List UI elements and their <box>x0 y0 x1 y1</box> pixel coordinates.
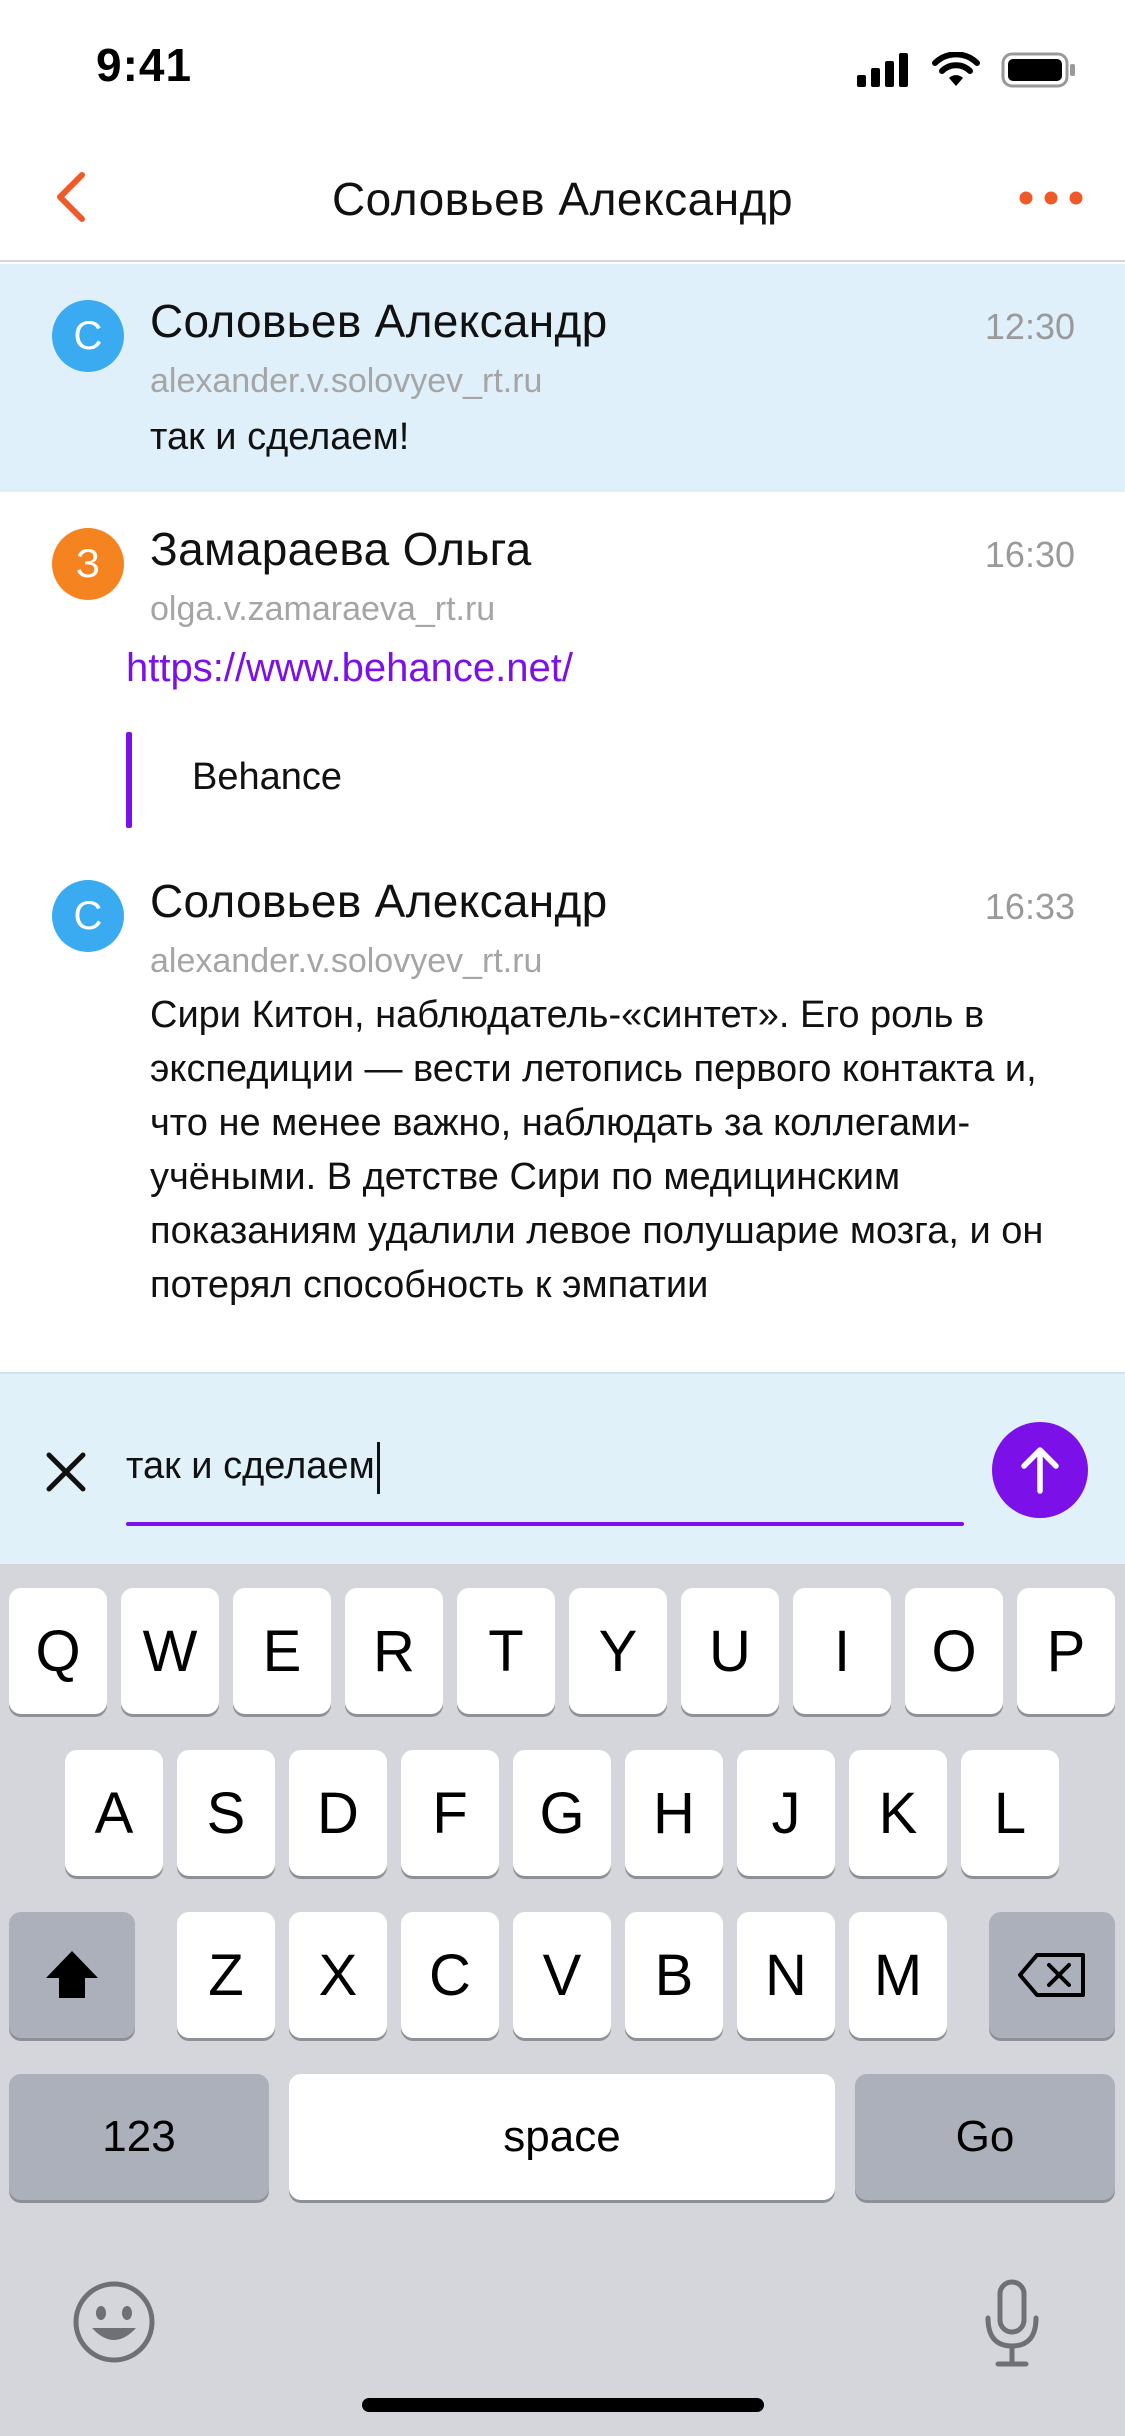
avatar: З <box>52 528 124 600</box>
key-k[interactable]: K <box>849 1750 947 1876</box>
message-input[interactable]: так и сделаем <box>126 1434 964 1498</box>
avatar-letter: З <box>75 541 101 586</box>
home-indicator[interactable] <box>362 2398 764 2412</box>
key-b[interactable]: B <box>625 1912 723 2038</box>
key-c[interactable]: C <box>401 1912 499 2038</box>
backspace-key[interactable] <box>989 1912 1115 2038</box>
key-z[interactable]: Z <box>177 1912 275 2038</box>
key-u[interactable]: U <box>681 1588 779 1714</box>
emoji-button[interactable] <box>70 2278 158 2366</box>
shift-key[interactable] <box>9 1912 135 2038</box>
microphone-icon <box>985 2279 1039 2367</box>
backspace-icon <box>1018 1953 1085 1997</box>
shift-arrow-icon <box>46 1951 98 1998</box>
sender-name: Замараева Ольга <box>150 523 532 575</box>
message-item[interactable]: С Соловьев Александр 16:33 alexander.v.s… <box>0 852 1125 1372</box>
key-g[interactable]: G <box>513 1750 611 1876</box>
sender-email: alexander.v.solovyev_rt.ru <box>150 362 543 400</box>
status-bar: 9:41 <box>0 0 1125 132</box>
message-time: 12:30 <box>984 306 1075 347</box>
space-key[interactable]: space <box>289 2074 835 2200</box>
sender-name: Соловьев Александр <box>150 875 608 927</box>
emoji-icon <box>73 2281 155 2363</box>
key-t[interactable]: T <box>457 1588 555 1714</box>
message-item[interactable]: С Соловьев Александр 12:30 alexander.v.s… <box>0 264 1125 492</box>
key-r[interactable]: R <box>345 1588 443 1714</box>
message-link[interactable]: https://www.behance.net/ <box>126 646 573 691</box>
nav-bar: Соловьев Александр <box>0 132 1125 262</box>
key-m[interactable]: M <box>849 1912 947 2038</box>
key-j[interactable]: J <box>737 1750 835 1876</box>
message-input-value: так и сделаем <box>126 1445 375 1487</box>
dictation-button[interactable] <box>980 2278 1044 2370</box>
text-caret <box>376 1441 380 1494</box>
close-icon <box>46 1452 86 1492</box>
message-item[interactable]: З Замараева Ольга 16:30 olga.v.zamaraeva… <box>0 492 1125 852</box>
send-button[interactable] <box>992 1422 1088 1518</box>
link-preview-bar <box>126 732 132 828</box>
avatar-letter: С <box>73 893 103 938</box>
avatar: С <box>52 880 124 952</box>
sender-name: Соловьев Александр <box>150 295 608 347</box>
key-x[interactable]: X <box>289 1912 387 2038</box>
message-composer: так и сделаем <box>0 1372 1125 1564</box>
key-e[interactable]: E <box>233 1588 331 1714</box>
key-p[interactable]: P <box>1017 1588 1115 1714</box>
keyboard: Q W E R T Y U I O P A S D F G H J K L Z … <box>0 1564 1125 2436</box>
status-icons <box>857 50 1077 90</box>
key-f[interactable]: F <box>401 1750 499 1876</box>
sender-email: alexander.v.solovyev_rt.ru <box>150 942 543 980</box>
message-list[interactable]: С Соловьев Александр 12:30 alexander.v.s… <box>0 264 1125 1372</box>
avatar: С <box>52 300 124 372</box>
key-n[interactable]: N <box>737 1912 835 2038</box>
key-s[interactable]: S <box>177 1750 275 1876</box>
key-v[interactable]: V <box>513 1912 611 2038</box>
clear-input-button[interactable] <box>38 1444 94 1500</box>
key-l[interactable]: L <box>961 1750 1059 1876</box>
wifi-icon <box>932 52 980 86</box>
key-d[interactable]: D <box>289 1750 387 1876</box>
key-h[interactable]: H <box>625 1750 723 1876</box>
avatar-letter: С <box>73 313 103 358</box>
link-preview-title[interactable]: Behance <box>192 756 342 799</box>
message-text: Сири Китон, наблюдатель-«синтет». Его ро… <box>150 994 1044 1306</box>
input-underline <box>126 1522 964 1526</box>
message-time: 16:33 <box>984 886 1075 927</box>
go-key[interactable]: Go <box>855 2074 1115 2200</box>
key-w[interactable]: W <box>121 1588 219 1714</box>
chat-title: Соловьев Александр <box>331 173 794 225</box>
status-time: 9:41 <box>96 39 193 91</box>
battery-icon <box>1001 52 1075 88</box>
key-a[interactable]: A <box>65 1750 163 1876</box>
key-y[interactable]: Y <box>569 1588 667 1714</box>
key-o[interactable]: O <box>905 1588 1003 1714</box>
message-time: 16:30 <box>984 534 1075 575</box>
sender-email: olga.v.zamaraeva_rt.ru <box>150 590 496 628</box>
cellular-signal-icon <box>857 53 908 87</box>
more-dots-icon <box>1019 191 1083 205</box>
message-text: так и сделаем! <box>150 416 410 458</box>
numbers-key[interactable]: 123 <box>9 2074 269 2200</box>
arrow-up-icon <box>1021 1447 1059 1494</box>
more-options-button[interactable] <box>1011 168 1091 228</box>
key-q[interactable]: Q <box>9 1588 107 1714</box>
key-i[interactable]: I <box>793 1588 891 1714</box>
